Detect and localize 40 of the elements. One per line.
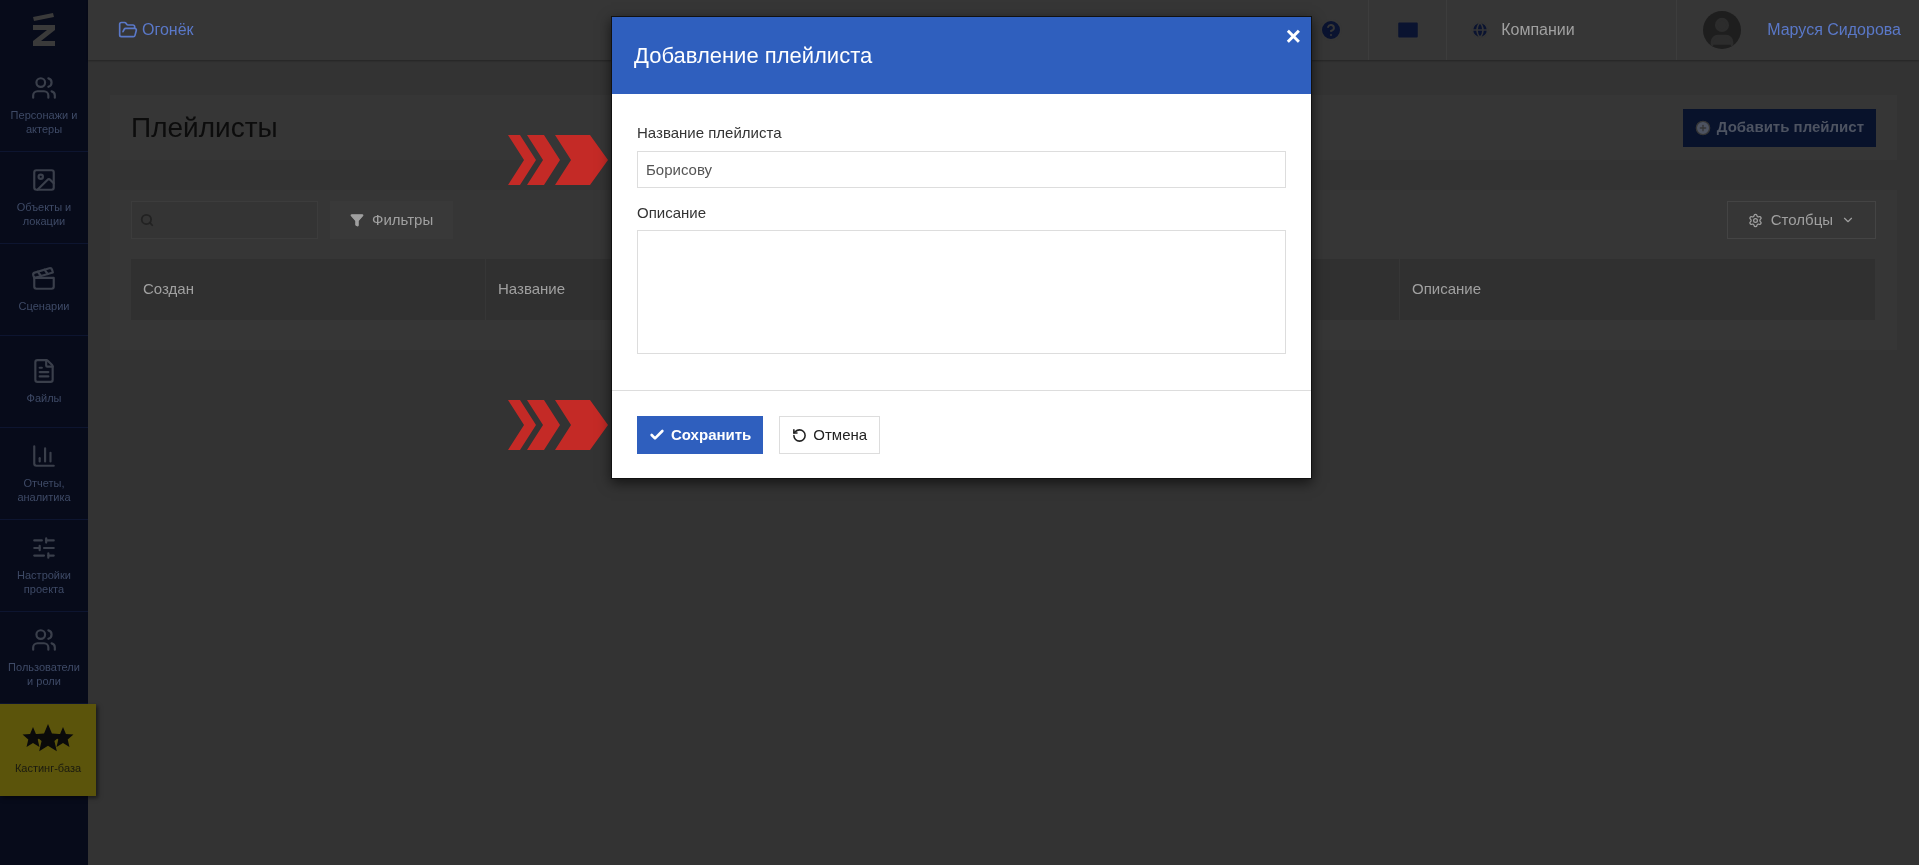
sliders-icon — [31, 534, 57, 561]
save-button[interactable]: Сохранить — [637, 416, 764, 454]
people-icon — [31, 626, 57, 653]
sidebar-item[interactable]: Объекты и локации — [0, 152, 88, 244]
sidebar-item[interactable]: Кастинг-база — [0, 704, 96, 796]
add-playlist-button[interactable]: Добавить плейлист — [1682, 108, 1876, 147]
description-field[interactable] — [637, 230, 1286, 354]
column-header[interactable]: Описание — [1412, 278, 1482, 301]
avatar[interactable] — [1703, 11, 1742, 49]
folder-icon — [118, 20, 138, 40]
name-field[interactable]: Борисову — [637, 150, 1286, 188]
search-field[interactable] — [131, 201, 318, 239]
people-icon — [31, 74, 57, 101]
sidebar-item[interactable]: Сценарии — [0, 244, 88, 336]
companies-link[interactable]: Компании — [1447, 0, 1678, 60]
filter-icon — [350, 213, 364, 227]
sidebar-item[interactable]: Настройки проекта — [0, 520, 88, 612]
field-label: Описание — [637, 202, 708, 223]
globe-icon — [1471, 21, 1490, 39]
breadcrumb-link[interactable]: Огонёк — [118, 18, 194, 42]
column-header[interactable]: Название — [498, 278, 566, 301]
user-name-link[interactable]: Маруся Сидорова — [1767, 18, 1901, 42]
undo-icon — [792, 427, 808, 443]
document-icon — [31, 357, 57, 384]
sidebar-item[interactable]: Отчеты, аналитика — [0, 428, 88, 520]
columns-button[interactable]: Столбцы — [1726, 201, 1876, 239]
sidebar-item[interactable]: Персонажи и актеры — [0, 60, 88, 152]
logo-icon — [31, 13, 57, 47]
clapperboard-icon — [31, 265, 57, 292]
sidebar-item[interactable]: Файлы — [0, 336, 88, 428]
picture-icon — [31, 166, 57, 193]
gear-icon — [1747, 212, 1763, 228]
check-icon — [649, 427, 665, 443]
field-label: Название плейлиста — [637, 123, 783, 143]
bar-chart-icon — [31, 442, 57, 469]
plus-icon — [1694, 119, 1711, 136]
dialog-title: Добавление плейлиста — [634, 42, 873, 70]
cancel-button[interactable]: Отмена — [779, 416, 881, 454]
close-button[interactable]: × — [1285, 23, 1301, 49]
column-header[interactable]: Создан — [143, 278, 194, 301]
